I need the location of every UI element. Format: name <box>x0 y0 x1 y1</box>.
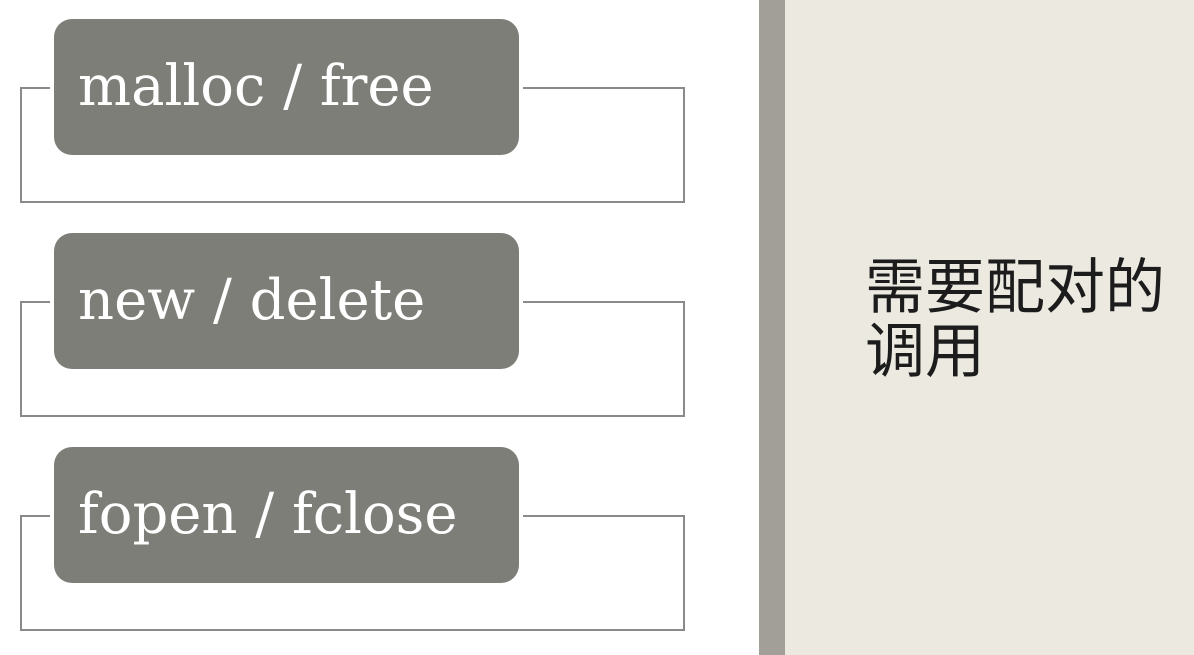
side-panel-text: 需要配对的调用 <box>865 253 1165 387</box>
pair-item-fopen-fclose: fopen / fclose <box>0 447 700 637</box>
pair-label: malloc / free <box>78 54 434 119</box>
pair-label: new / delete <box>78 268 426 333</box>
divider-bar <box>759 0 785 655</box>
pair-item-malloc-free: malloc / free <box>0 19 700 209</box>
pair-item-new-delete: new / delete <box>0 233 700 423</box>
pair-label: fopen / fclose <box>78 482 458 547</box>
slide: malloc / free new / delete fopen / fclos… <box>0 0 1194 655</box>
